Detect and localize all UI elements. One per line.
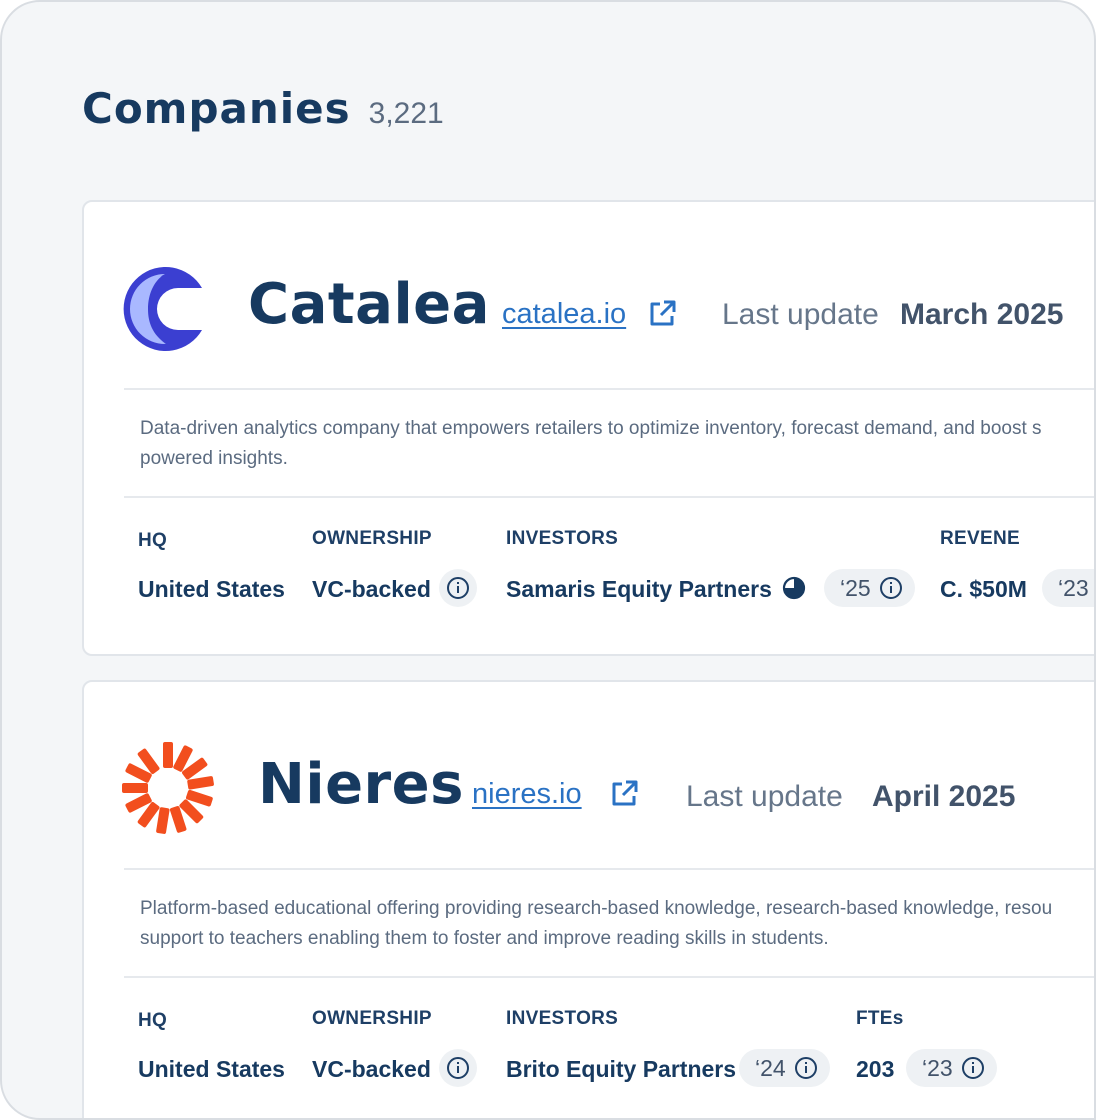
external-link-icon[interactable]: [608, 778, 640, 810]
ownership-info-icon[interactable]: [439, 569, 477, 607]
investors-year: ‘24: [755, 1054, 786, 1081]
divider: [124, 976, 1094, 978]
revenue-year: ‘23: [1058, 574, 1089, 601]
hq-label: HQ: [138, 530, 168, 551]
website-link[interactable]: catalea.io: [502, 298, 626, 331]
ownership-label: OWNERSHIP: [312, 528, 432, 549]
hq-value: United States: [138, 576, 285, 602]
last-update-value: March 2025: [900, 298, 1064, 331]
page-title: Companies: [82, 84, 351, 133]
info-icon: [879, 577, 902, 599]
revenue-value: C. $50M: [940, 576, 1027, 602]
ftes-label: FTEs: [856, 1008, 904, 1029]
company-name: Nieres: [258, 752, 464, 817]
ftes-year: ‘23: [922, 1054, 953, 1081]
company-description: Platform-based educational offering prov…: [140, 898, 1053, 949]
hq-label: HQ: [138, 1010, 168, 1031]
investors-value: Brito Equity Partners: [506, 1056, 737, 1082]
divider: [124, 868, 1094, 870]
company-card-nieres[interactable]: Nieres nieres.io Last update April 2025 …: [82, 680, 1094, 1118]
ftes-year-badge[interactable]: ‘23: [906, 1049, 997, 1087]
investors-year: ‘25: [840, 574, 871, 601]
last-update-label: Last update: [722, 298, 879, 331]
investors-value: Samaris Equity Partners: [506, 576, 772, 602]
divider: [124, 496, 1094, 498]
ownership-label: OWNERSHIP: [312, 1008, 432, 1029]
external-link-icon[interactable]: [646, 298, 678, 330]
last-update-label: Last update: [686, 780, 843, 813]
divider: [124, 388, 1094, 390]
info-icon: [794, 1057, 817, 1079]
investors-year-badge[interactable]: ‘24: [739, 1049, 830, 1087]
info-icon: [961, 1057, 984, 1079]
ownership-value: VC-backed: [312, 1056, 431, 1082]
last-update-value: April 2025: [872, 780, 1016, 813]
company-card-catalea[interactable]: Catalea catalea.io Last update March 202…: [82, 200, 1094, 656]
company-name: Catalea: [248, 272, 490, 337]
investors-label: INVESTORS: [506, 1008, 619, 1029]
ftes-value: 203: [856, 1056, 895, 1082]
revenue-year-badge[interactable]: ‘23: [1042, 569, 1094, 607]
page-header: Companies 3,221: [82, 84, 444, 133]
ownership-value: VC-backed: [312, 576, 431, 602]
investors-label: INVESTORS: [506, 528, 619, 549]
catalea-logo-icon: [123, 267, 202, 351]
company-description: Data-driven analytics company that empow…: [140, 418, 1042, 469]
revenue-label: REVENE: [940, 528, 1020, 549]
hq-value: United States: [138, 1056, 285, 1082]
pie-chart-icon[interactable]: [782, 576, 806, 600]
company-count: 3,221: [368, 97, 444, 130]
website-link[interactable]: nieres.io: [472, 778, 582, 811]
ownership-info-icon[interactable]: [439, 1049, 477, 1087]
investors-year-badge[interactable]: ‘25: [824, 569, 915, 607]
nieres-logo-icon: [122, 742, 214, 834]
app-frame: Companies 3,221 Catalea catalea.io Last …: [0, 0, 1096, 1120]
